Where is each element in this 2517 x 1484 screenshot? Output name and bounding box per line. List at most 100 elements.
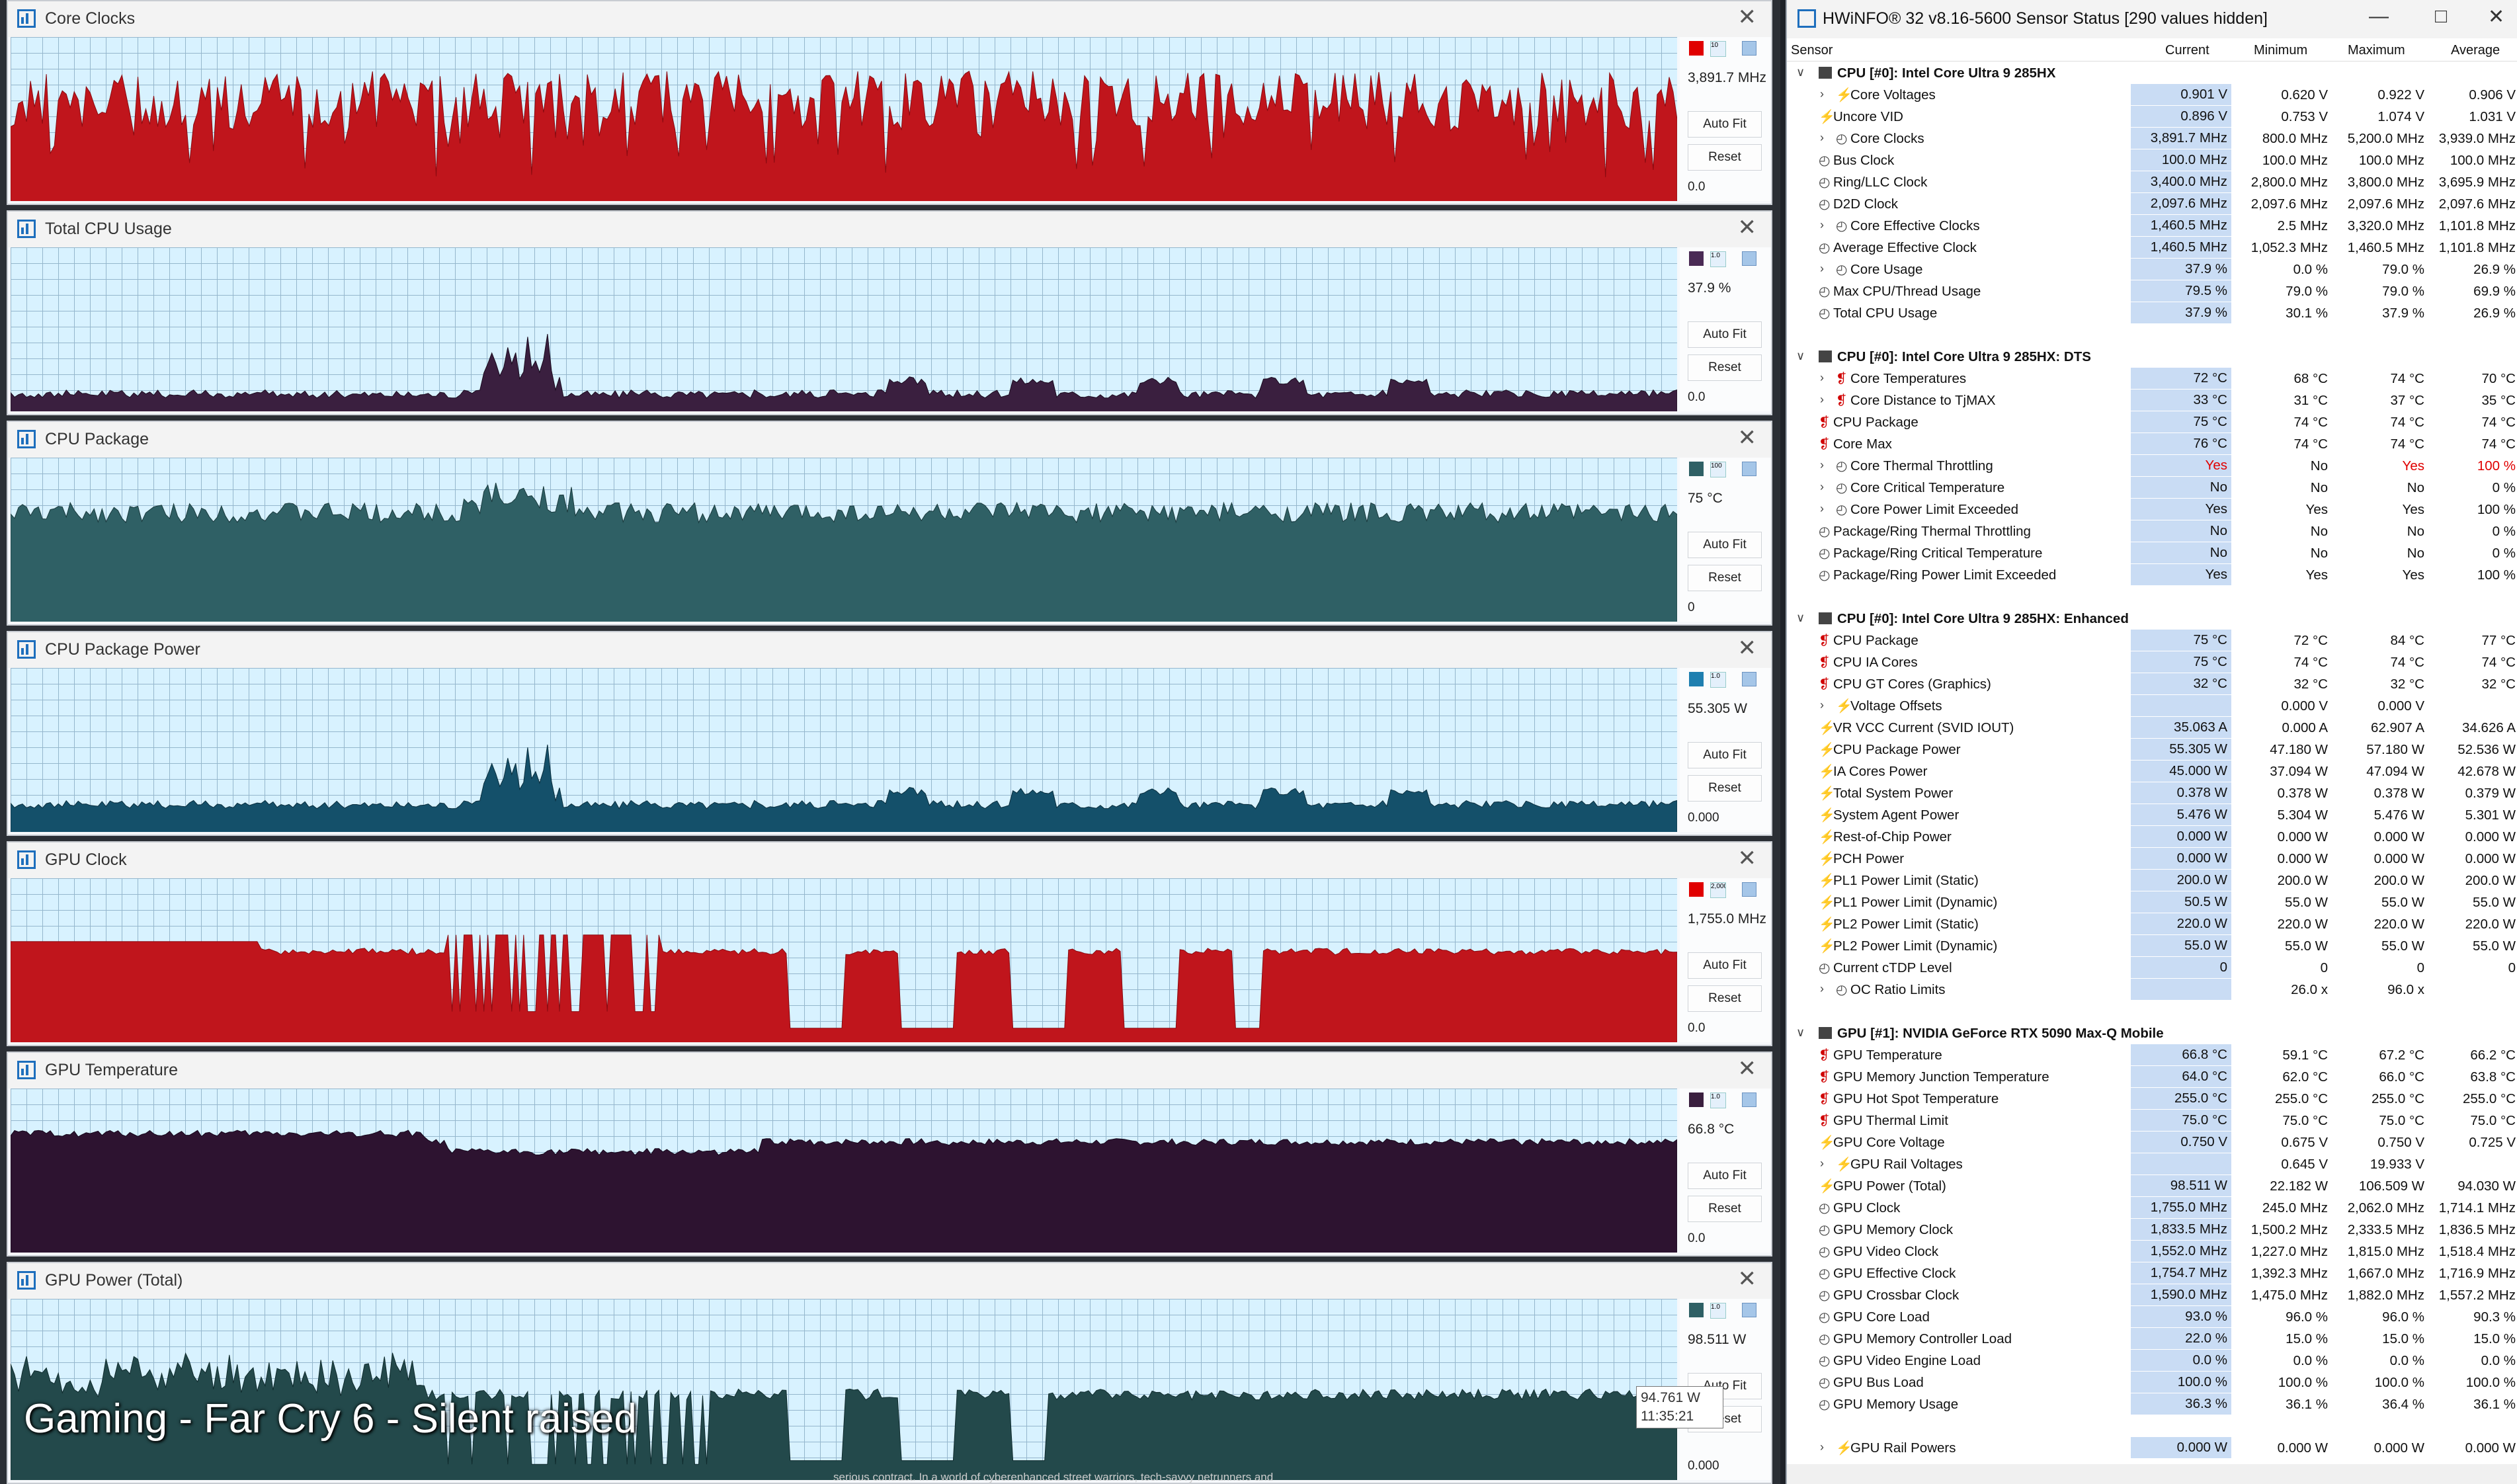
sensor-row[interactable]: ◴ GPU Memory Clock 1,833.5 MHz 1,500.2 M… (1787, 1219, 2517, 1241)
sensor-row[interactable]: ⚡ GPU Core Voltage 0.750 V 0.675 V 0.750… (1787, 1132, 2517, 1153)
expand-chevron-icon[interactable]: › (1820, 1440, 1824, 1454)
sensor-row[interactable]: ◴ Bus Clock 100.0 MHz 100.0 MHz 100.0 MH… (1787, 149, 2517, 171)
settings-swatch[interactable] (1742, 1303, 1756, 1317)
sensor-row[interactable]: › ⚡ Voltage Offsets 0.000 V 0.000 V (1787, 695, 2517, 717)
sensor-row[interactable]: ◴ D2D Clock 2,097.6 MHz 2,097.6 MHz 2,09… (1787, 193, 2517, 215)
sensor-group-header[interactable]: ∨ CPU [#0]: Intel Core Ultra 9 285HX: DTS (1787, 346, 2517, 368)
auto-fit-button[interactable]: Auto Fit (1688, 1163, 1762, 1189)
reset-button[interactable]: Reset (1688, 985, 1762, 1012)
sensor-row[interactable]: ❡ GPU Memory Junction Temperature 64.0 °… (1787, 1066, 2517, 1088)
sensor-row[interactable]: ❡ CPU Package 75 °C 72 °C 84 °C 77 °C (1787, 630, 2517, 651)
range-swatch[interactable]: 1.0 (1710, 1303, 1726, 1319)
sensor-row[interactable]: ◴ Average Effective Clock 1,460.5 MHz 1,… (1787, 237, 2517, 259)
header-average[interactable]: Average (2451, 43, 2500, 58)
color-swatch[interactable] (1689, 251, 1704, 266)
settings-swatch[interactable] (1742, 672, 1756, 686)
sensor-row[interactable]: ⚡ Total System Power 0.378 W 0.378 W 0.3… (1787, 782, 2517, 804)
close-icon[interactable]: ✕ (1738, 214, 1757, 241)
sensor-row[interactable]: ◴ GPU Effective Clock 1,754.7 MHz 1,392.… (1787, 1262, 2517, 1284)
sensor-row[interactable]: ◴ GPU Memory Usage 36.3 % 36.1 % 36.4 % … (1787, 1393, 2517, 1415)
sensor-row[interactable]: ❡ CPU IA Cores 75 °C 74 °C 74 °C 74 °C (1787, 651, 2517, 673)
collapse-chevron-icon[interactable]: ∨ (1796, 1026, 1805, 1040)
sensor-row[interactable]: ⚡ IA Cores Power 45.000 W 37.094 W 47.09… (1787, 761, 2517, 782)
sensor-row[interactable]: ⚡ System Agent Power 5.476 W 5.304 W 5.4… (1787, 804, 2517, 826)
settings-swatch[interactable] (1742, 1092, 1756, 1107)
expand-chevron-icon[interactable]: › (1820, 480, 1824, 494)
sensor-row[interactable]: ❡ GPU Thermal Limit 75.0 °C 75.0 °C 75.0… (1787, 1110, 2517, 1132)
sensor-row[interactable]: ◴ Package/Ring Critical Temperature No N… (1787, 542, 2517, 564)
close-icon[interactable]: ✕ (1738, 1266, 1757, 1292)
expand-chevron-icon[interactable]: › (1820, 698, 1824, 712)
sensor-row[interactable]: ⚡ PL1 Power Limit (Static) 200.0 W 200.0… (1787, 870, 2517, 891)
settings-swatch[interactable] (1742, 882, 1756, 897)
sensor-group-header[interactable]: ∨ CPU [#0]: Intel Core Ultra 9 285HX (1787, 62, 2517, 84)
close-icon[interactable]: ✕ (1738, 1055, 1757, 1082)
sensor-row[interactable]: ❡ GPU Hot Spot Temperature 255.0 °C 255.… (1787, 1088, 2517, 1110)
sensor-row[interactable]: › ⚡ GPU Rail Voltages 0.645 V 19.933 V (1787, 1153, 2517, 1175)
sensor-row[interactable]: ◴ GPU Crossbar Clock 1,590.0 MHz 1,475.0… (1787, 1284, 2517, 1306)
range-swatch[interactable]: 2,000.0 (1710, 882, 1726, 898)
reset-button[interactable]: Reset (1688, 144, 1762, 171)
auto-fit-button[interactable]: Auto Fit (1688, 532, 1762, 558)
color-swatch[interactable] (1689, 462, 1704, 476)
sensor-row[interactable]: ⚡ Rest-of-Chip Power 0.000 W 0.000 W 0.0… (1787, 826, 2517, 848)
settings-swatch[interactable] (1742, 462, 1756, 476)
expand-chevron-icon[interactable]: › (1820, 87, 1824, 101)
settings-swatch[interactable] (1742, 41, 1756, 56)
sensor-row[interactable]: ⚡ VR VCC Current (SVID IOUT) 35.063 A 0.… (1787, 717, 2517, 739)
maximize-icon[interactable]: □ (2435, 5, 2447, 28)
sensor-row[interactable]: ◴ Ring/LLC Clock 3,400.0 MHz 2,800.0 MHz… (1787, 171, 2517, 193)
sensor-row[interactable]: ❡ GPU Temperature 66.8 °C 59.1 °C 67.2 °… (1787, 1044, 2517, 1066)
close-icon[interactable]: ✕ (1738, 635, 1757, 661)
range-swatch[interactable]: 1.0 (1710, 251, 1726, 267)
auto-fit-button[interactable]: Auto Fit (1688, 952, 1762, 979)
sensor-row[interactable]: ◴ Max CPU/Thread Usage 79.5 % 79.0 % 79.… (1787, 280, 2517, 302)
sensor-row[interactable]: ◴ Current cTDP Level 0 0 0 0 (1787, 957, 2517, 979)
close-icon[interactable]: ✕ (2488, 5, 2504, 28)
sensor-row[interactable]: › ❡ Core Distance to TjMAX 33 °C 31 °C 3… (1787, 390, 2517, 411)
sensor-row[interactable]: ◴ GPU Core Load 93.0 % 96.0 % 96.0 % 90.… (1787, 1306, 2517, 1328)
reset-button[interactable]: Reset (1688, 775, 1762, 802)
sensor-row[interactable]: › ◴ OC Ratio Limits 26.0 x 96.0 x (1787, 979, 2517, 1001)
header-maximum[interactable]: Maximum (2348, 43, 2405, 58)
color-swatch[interactable] (1689, 882, 1704, 897)
settings-swatch[interactable] (1742, 251, 1756, 266)
sensor-row[interactable]: ⚡ PCH Power 0.000 W 0.000 W 0.000 W 0.00… (1787, 848, 2517, 870)
header-minimum[interactable]: Minimum (2254, 43, 2307, 58)
sensor-row[interactable]: ❡ Core Max 76 °C 74 °C 74 °C 74 °C (1787, 433, 2517, 455)
auto-fit-button[interactable]: Auto Fit (1688, 321, 1762, 348)
close-icon[interactable]: ✕ (1738, 425, 1757, 451)
expand-chevron-icon[interactable]: › (1820, 393, 1824, 407)
sensor-row[interactable]: ◴ GPU Video Clock 1,552.0 MHz 1,227.0 MH… (1787, 1241, 2517, 1262)
collapse-chevron-icon[interactable]: ∨ (1796, 611, 1805, 625)
color-swatch[interactable] (1689, 1092, 1704, 1107)
sensor-row[interactable]: › ◴ Core Power Limit Exceeded Yes Yes Ye… (1787, 499, 2517, 520)
expand-chevron-icon[interactable]: › (1820, 371, 1824, 385)
close-icon[interactable]: ✕ (1738, 845, 1757, 872)
sensor-row[interactable]: › ◴ Core Thermal Throttling Yes No Yes 1… (1787, 455, 2517, 477)
sensor-group-header[interactable]: ∨ GPU [#1]: NVIDIA GeForce RTX 5090 Max-Q… (1787, 1022, 2517, 1044)
sensor-row[interactable]: › ⚡ Core Voltages 0.901 V 0.620 V 0.922 … (1787, 84, 2517, 106)
sensor-row[interactable]: ◴ Package/Ring Power Limit Exceeded Yes … (1787, 564, 2517, 586)
auto-fit-button[interactable]: Auto Fit (1688, 111, 1762, 138)
expand-chevron-icon[interactable]: › (1820, 458, 1824, 472)
sensor-row[interactable]: › ◴ Core Critical Temperature No No No 0… (1787, 477, 2517, 499)
reset-button[interactable]: Reset (1688, 1196, 1762, 1222)
expand-chevron-icon[interactable]: › (1820, 218, 1824, 232)
close-icon[interactable]: ✕ (1738, 4, 1757, 30)
sensor-row[interactable]: ◴ GPU Memory Controller Load 22.0 % 15.0… (1787, 1328, 2517, 1350)
auto-fit-button[interactable]: Auto Fit (1688, 742, 1762, 768)
sensor-row[interactable]: ◴ GPU Bus Load 100.0 % 100.0 % 100.0 % 1… (1787, 1372, 2517, 1393)
sensor-row[interactable]: › ❡ Core Temperatures 72 °C 68 °C 74 °C … (1787, 368, 2517, 390)
sensor-row[interactable]: ◴ GPU Clock 1,755.0 MHz 245.0 MHz 2,062.… (1787, 1197, 2517, 1219)
header-sensor[interactable]: Sensor (1791, 43, 1833, 58)
expand-chevron-icon[interactable]: › (1820, 982, 1824, 996)
sensor-row[interactable]: ⚡ PL2 Power Limit (Static) 220.0 W 220.0… (1787, 913, 2517, 935)
range-swatch[interactable]: 1.0 (1710, 1092, 1726, 1108)
sensor-row[interactable]: › ⚡ GPU Rail Powers 0.000 W 0.000 W 0.00… (1787, 1437, 2517, 1459)
header-current[interactable]: Current (2165, 43, 2209, 58)
sensor-row[interactable]: ❡ CPU Package 75 °C 74 °C 74 °C 74 °C (1787, 411, 2517, 433)
collapse-chevron-icon[interactable]: ∨ (1796, 349, 1805, 363)
sensor-row[interactable]: ⚡ PL1 Power Limit (Dynamic) 50.5 W 55.0 … (1787, 891, 2517, 913)
expand-chevron-icon[interactable]: › (1820, 1157, 1824, 1171)
